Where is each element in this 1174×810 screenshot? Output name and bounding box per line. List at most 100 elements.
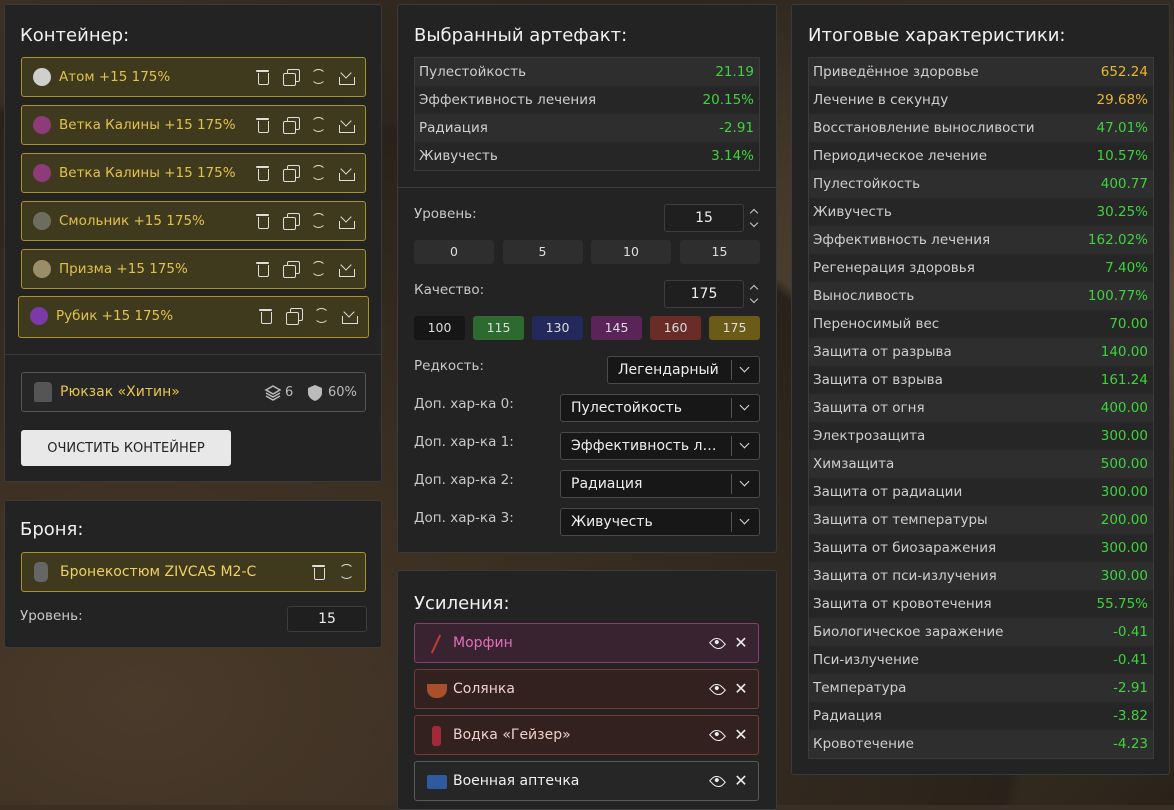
copy-icon[interactable] — [281, 163, 301, 183]
stat-value: 300.00 — [1100, 428, 1148, 444]
close-icon[interactable]: ✕ — [734, 772, 748, 790]
stat-value: 200.00 — [1100, 512, 1148, 528]
close-icon[interactable]: ✕ — [734, 726, 748, 744]
level-preset-button[interactable]: 0 — [414, 240, 494, 264]
eye-icon[interactable] — [709, 635, 726, 652]
boost-card[interactable]: Водка «Гейзер» ✕ — [414, 715, 759, 755]
copy-icon[interactable] — [281, 67, 301, 87]
quality-preset-button[interactable]: 100 — [414, 316, 465, 340]
trash-icon[interactable] — [253, 211, 273, 231]
copy-icon[interactable] — [281, 115, 301, 135]
stat-value: 20.15% — [702, 92, 754, 108]
boosts-panel: Усиления: Морфин ✕ Солянка ✕ Водка «Гейзер» ✕… — [397, 570, 777, 810]
extra-stat-select[interactable]: Радиация — [560, 470, 760, 498]
artifact-card[interactable]: Смольник +15 175% — [21, 201, 366, 241]
total-stat-row: Защита от пси-излучения 300.00 — [809, 562, 1153, 590]
stat-value: 162.02% — [1087, 232, 1148, 248]
eye-icon[interactable] — [709, 681, 726, 698]
quality-preset-button[interactable]: 115 — [473, 316, 524, 340]
level-input[interactable]: 15 — [664, 204, 744, 232]
download-icon[interactable] — [340, 306, 360, 326]
level-preset-button[interactable]: 10 — [591, 240, 671, 264]
download-icon[interactable] — [337, 211, 357, 231]
stat-name: Выносливость — [813, 288, 915, 304]
boost-card[interactable]: Морфин ✕ — [414, 623, 759, 663]
level-preset-button[interactable]: 15 — [679, 240, 760, 264]
armor-level-input[interactable]: 15 — [287, 606, 367, 632]
stat-name: Температура — [813, 680, 907, 696]
trash-icon[interactable] — [253, 259, 273, 279]
stat-value: 30.25% — [1096, 204, 1148, 220]
stat-value: 300.00 — [1100, 484, 1148, 500]
boost-card[interactable]: Солянка ✕ — [414, 669, 759, 709]
extra-stat-select[interactable]: Живучесть — [560, 508, 760, 536]
stat-value: 300.00 — [1100, 568, 1148, 584]
stat-name: Живучесть — [813, 204, 892, 220]
level-spinner[interactable] — [748, 206, 760, 230]
artifact-card[interactable]: Ветка Калины +15 175% — [21, 153, 366, 193]
copy-icon[interactable] — [281, 211, 301, 231]
quality-preset-button[interactable]: 130 — [532, 316, 583, 340]
extra-stat-label: Доп. хар-ка 0: — [414, 396, 514, 412]
quality-input[interactable]: 175 — [664, 280, 744, 308]
total-stat-row: Электрозащита 300.00 — [809, 422, 1153, 450]
download-icon[interactable] — [337, 115, 357, 135]
download-icon[interactable] — [337, 163, 357, 183]
container-title: Контейнер: — [20, 25, 130, 46]
extra-stat-select[interactable]: Пулестойкость — [560, 394, 760, 422]
artifact-card[interactable]: Ветка Калины +15 175% — [21, 105, 366, 145]
armor-card[interactable]: Бронекостюм ZIVCAS M2-C — [21, 552, 366, 592]
clear-container-button[interactable]: ОЧИСТИТЬ КОНТЕЙНЕР — [21, 430, 231, 466]
layers-icon — [264, 384, 282, 402]
artifact-card[interactable]: Призма +15 175% — [21, 249, 366, 289]
quality-preset-button[interactable]: 160 — [650, 316, 701, 340]
total-stat-row: Приведённое здоровье 652.24 — [809, 58, 1153, 86]
total-stat-row: Защита от взрыва 161.24 — [809, 366, 1153, 394]
trash-icon[interactable] — [253, 115, 273, 135]
totals-stats-table: Приведённое здоровье 652.24 Лечение в секу… — [808, 57, 1154, 759]
rarity-select[interactable]: Легендарный — [607, 356, 760, 384]
extra-stat-value: Живучесть — [571, 514, 653, 530]
copy-icon[interactable] — [284, 306, 304, 326]
quality-preset-button[interactable]: 145 — [591, 316, 642, 340]
trash-icon[interactable] — [253, 67, 273, 87]
backpack-protection: 60% — [328, 385, 357, 400]
level-preset-button[interactable]: 5 — [502, 240, 583, 264]
close-icon[interactable]: ✕ — [734, 634, 748, 652]
total-stat-row: Защита от радиации 300.00 — [809, 478, 1153, 506]
eye-icon[interactable] — [709, 773, 726, 790]
artifact-card[interactable]: Рубик +15 175% — [18, 296, 369, 338]
replace-icon[interactable] — [309, 163, 329, 183]
quality-preset-button[interactable]: 175 — [709, 316, 760, 340]
armor-name: Бронекостюм ZIVCAS M2-C — [60, 564, 257, 580]
trash-icon[interactable] — [256, 306, 276, 326]
quality-spinner[interactable] — [748, 282, 760, 306]
boost-name: Военная аптечка — [453, 773, 580, 789]
boost-card[interactable]: Военная аптечка ✕ — [414, 761, 759, 801]
backpack-card[interactable]: Рюкзак «Хитин» 6 60% — [21, 372, 366, 412]
download-icon[interactable] — [337, 67, 357, 87]
replace-icon[interactable] — [309, 115, 329, 135]
artifact-card[interactable]: Атом +15 175% — [21, 57, 366, 97]
extra-stat-select[interactable]: Эффективность ле... — [560, 432, 760, 460]
close-icon[interactable]: ✕ — [734, 680, 748, 698]
total-stat-row: Защита от огня 400.00 — [809, 394, 1153, 422]
trash-icon[interactable] — [309, 562, 329, 582]
stat-name: Радиация — [419, 120, 488, 136]
total-stat-row: Радиация -3.82 — [809, 702, 1153, 730]
trash-icon[interactable] — [253, 163, 273, 183]
stat-row: Радиация -2.91 — [415, 114, 759, 142]
eye-icon[interactable] — [709, 727, 726, 744]
download-icon[interactable] — [337, 259, 357, 279]
replace-icon[interactable] — [309, 259, 329, 279]
replace-icon[interactable] — [309, 67, 329, 87]
stat-value: 29.68% — [1096, 92, 1148, 108]
replace-icon[interactable] — [312, 306, 332, 326]
stat-row: Эффективность лечения 20.15% — [415, 86, 759, 114]
replace-icon[interactable] — [309, 211, 329, 231]
stat-name: Эффективность лечения — [813, 232, 991, 248]
stat-value: -0.41 — [1113, 652, 1148, 668]
replace-icon[interactable] — [337, 562, 357, 582]
copy-icon[interactable] — [281, 259, 301, 279]
rubik-icon — [30, 307, 48, 325]
